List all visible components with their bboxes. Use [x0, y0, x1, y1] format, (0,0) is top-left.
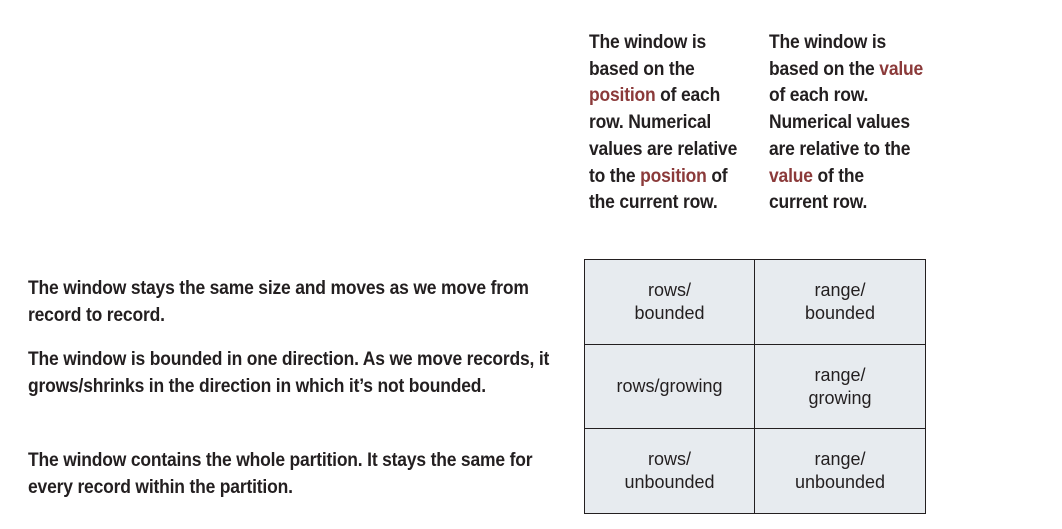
cell-rows-unbounded: rows/ unbounded — [585, 429, 755, 513]
rows-column-header: The window is based on the position of e… — [589, 30, 745, 217]
range-header-highlight-2: value — [769, 165, 813, 187]
range-header-text-1: The window is based on the — [769, 32, 887, 80]
cell-rows-bounded: rows/ bounded — [585, 260, 755, 345]
growing-row-description: The window is bounded in one direction. … — [28, 349, 550, 397]
unbounded-row-description: The window contains the whole partition.… — [28, 450, 533, 498]
range-header-text-2: of each row. Numerical values are relati… — [769, 85, 911, 160]
cell-range-growing: range/ growing — [755, 345, 925, 429]
rows-header-text-1: The window is based on the — [589, 32, 707, 80]
rows-header-highlight-1: position — [589, 85, 656, 107]
window-frame-grid: rows/ bounded range/ bounded rows/growin… — [584, 259, 926, 514]
cell-range-bounded: range/ bounded — [755, 260, 925, 345]
bounded-row-description: The window stays the same size and moves… — [28, 278, 529, 326]
rows-header-highlight-2: position — [640, 165, 707, 187]
range-header-highlight-1: value — [879, 58, 924, 80]
cell-range-unbounded: range/ unbounded — [794, 449, 886, 492]
cell-rows-growing: rows/growing — [585, 345, 755, 429]
range-column-header: The window is based on the value of each… — [769, 30, 925, 217]
